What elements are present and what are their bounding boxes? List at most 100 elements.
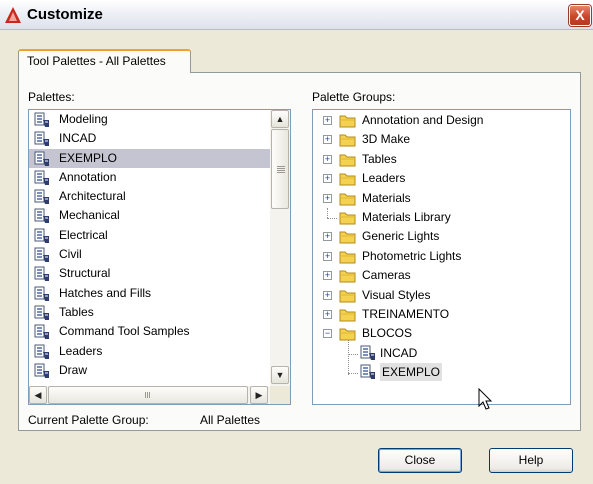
window-close-icon[interactable]: X [569, 5, 591, 26]
expand-icon[interactable]: + [323, 174, 332, 184]
palette-group-label: Generic Lights [362, 229, 440, 244]
tool-palette-icon [34, 286, 52, 302]
scroll-up-icon[interactable]: ▲ [271, 110, 289, 128]
palette-group-label: Cameras [362, 268, 411, 283]
title-bar: Customize X [0, 0, 593, 30]
palettes-list[interactable]: Modeling INCAD EXEMPLO Annotation Architectu… [28, 109, 291, 405]
tool-palette-icon [34, 112, 52, 128]
palettes-horizontal-scrollbar[interactable]: ◀ ▶ [29, 386, 270, 404]
palette-item-label: Electrical [59, 227, 108, 242]
current-palette-group-label: Current Palette Group: [28, 413, 149, 427]
scroll-left-icon[interactable]: ◀ [29, 386, 47, 404]
palette-item-label: Structural [59, 266, 111, 281]
tool-palette-icon [34, 170, 52, 186]
palettes-label: Palettes: [28, 90, 75, 104]
tree-connector [348, 353, 358, 355]
tool-palette-icon [34, 344, 52, 360]
folder-icon [339, 268, 357, 283]
folder-icon [339, 132, 357, 147]
tree-connector [327, 218, 337, 219]
palette-group-label: Leaders [362, 171, 406, 186]
vertical-scroll-thumb[interactable] [271, 129, 289, 209]
tree-connector [327, 208, 328, 218]
expand-icon[interactable]: + [323, 193, 332, 203]
palettes-vertical-scrollbar[interactable]: ▲ ▼ [270, 110, 290, 386]
palette-group-child-label: INCAD [380, 345, 418, 360]
palette-item[interactable]: Tables [29, 303, 270, 322]
palette-group-label: TREINAMENTO [362, 307, 450, 321]
tool-palette-icon [34, 189, 52, 205]
tool-palette-icon [34, 324, 52, 340]
scroll-corner [270, 386, 290, 404]
palette-item-label: Hatches and Fills [59, 285, 152, 300]
folder-icon [339, 171, 357, 186]
palette-item[interactable]: Modeling [29, 110, 270, 129]
palette-item[interactable]: Architectural [29, 187, 270, 206]
folder-icon [339, 152, 357, 167]
palette-item-label: Architectural [59, 189, 126, 204]
scroll-down-icon[interactable]: ▼ [271, 366, 289, 384]
palette-item-label: Annotation [59, 169, 117, 184]
palette-item[interactable]: Civil [29, 245, 270, 264]
tool-palette-icon [34, 208, 52, 224]
expand-icon[interactable]: + [323, 290, 332, 300]
palette-group-label: BLOCOS [362, 326, 413, 341]
window-title: Customize [27, 6, 103, 23]
expand-icon[interactable]: + [323, 310, 332, 319]
folder-icon [339, 191, 357, 206]
palette-item-label: INCAD [59, 131, 97, 146]
expand-icon[interactable]: + [323, 154, 332, 164]
palette-item[interactable]: Draw [29, 361, 270, 380]
palette-item-label: Modeling [59, 112, 108, 126]
folder-icon [339, 307, 357, 322]
folder-icon [339, 229, 357, 244]
palette-groups-tree[interactable]: + Annotation and Design +3D Make + Tables + Le… [312, 109, 571, 405]
palette-item[interactable]: Hatches and Fills [29, 284, 270, 303]
palette-item-label: Command Tool Samples [59, 324, 190, 339]
close-button[interactable]: Close [378, 448, 462, 473]
tab-tool-palettes[interactable]: Tool Palettes - All Palettes [18, 49, 191, 73]
horizontal-scroll-thumb[interactable] [48, 386, 248, 404]
tool-palette-icon [34, 363, 52, 379]
palette-group-child-label: EXEMPLO [380, 363, 443, 382]
expand-icon[interactable]: + [323, 271, 332, 281]
scroll-right-icon[interactable]: ▶ [250, 386, 268, 404]
palette-item[interactable]: INCAD [29, 129, 270, 148]
collapse-icon[interactable]: − [323, 329, 332, 339]
palette-group-label: Materials Library [362, 210, 451, 224]
folder-icon [339, 249, 357, 264]
palette-item-label: Draw [59, 362, 88, 377]
palette-item-label: Mechanical [59, 208, 120, 223]
palette-group-label: Annotation and Design [362, 113, 484, 127]
palette-group-label: 3D Make [362, 132, 411, 147]
palette-item[interactable]: Electrical [29, 226, 270, 245]
tool-palette-icon [360, 364, 378, 380]
palette-groups-label: Palette Groups: [312, 90, 396, 104]
palette-item-label: Tables [59, 304, 94, 319]
palette-item[interactable]: Mechanical [29, 206, 270, 225]
expand-icon[interactable]: + [323, 232, 332, 242]
palette-item[interactable]: Leaders [29, 342, 270, 361]
autocad-icon [5, 7, 21, 23]
expand-icon[interactable]: + [323, 116, 332, 125]
palette-group-label: Materials [362, 190, 411, 205]
tool-palette-icon [34, 247, 52, 263]
tool-palette-icon [34, 151, 52, 167]
palette-item[interactable]: Annotation [29, 168, 270, 187]
palette-item[interactable]: EXEMPLO [29, 148, 270, 168]
tool-palette-icon [34, 228, 52, 244]
help-button[interactable]: Help [489, 448, 573, 473]
mouse-cursor-icon [478, 388, 493, 410]
expand-icon[interactable]: + [323, 251, 332, 261]
tree-connector [348, 339, 349, 375]
expand-icon[interactable]: + [323, 135, 332, 145]
palette-items: Modeling INCAD EXEMPLO Annotation Architectu… [29, 110, 270, 380]
current-palette-group-value: All Palettes [200, 413, 261, 427]
folder-icon [339, 210, 357, 225]
tool-palette-icon [34, 266, 52, 282]
palette-item[interactable]: Structural [29, 264, 270, 283]
tree-connector [348, 373, 358, 375]
palette-item-label: Civil [59, 247, 82, 262]
palette-item[interactable]: Command Tool Samples [29, 322, 270, 341]
tool-palette-icon [34, 131, 52, 147]
